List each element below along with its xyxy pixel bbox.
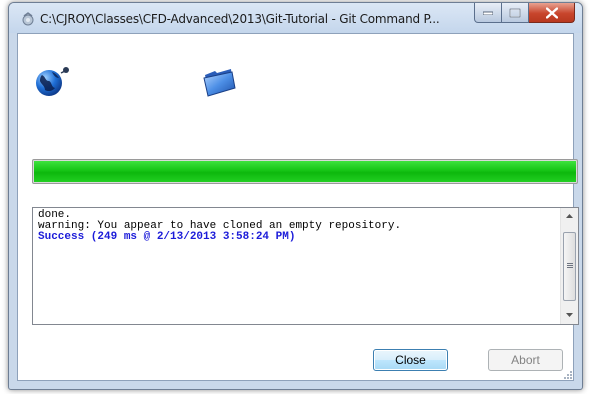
close-icon: [545, 7, 558, 18]
chevron-up-icon: [566, 214, 573, 218]
window-close-button[interactable]: [529, 3, 575, 23]
tortoisegit-icon: [22, 12, 34, 26]
window-title: C:\CJROY\Classes\CFD-Advanced\2013\Git-T…: [40, 12, 440, 26]
resize-grip-icon[interactable]: [562, 369, 572, 379]
maximize-button[interactable]: [502, 3, 529, 23]
output-log[interactable]: done. warning: You appear to have cloned …: [32, 207, 579, 325]
output-log-text: done. warning: You appear to have cloned …: [38, 210, 556, 243]
folder-icon: [203, 69, 236, 97]
globe-remote-icon: [36, 67, 69, 96]
title-bar[interactable]: C:\CJROY\Classes\CFD-Advanced\2013\Git-T…: [9, 3, 582, 33]
thumb-grip-line: [567, 267, 573, 268]
progress-bar: [32, 159, 578, 184]
caption-buttons: [474, 3, 575, 23]
minimize-icon: [483, 11, 493, 15]
git-command-progress-window: C:\CJROY\Classes\CFD-Advanced\2013\Git-T…: [8, 2, 583, 390]
thumb-grip-line: [567, 263, 573, 264]
progress-bar-fill: [34, 161, 576, 182]
scroll-up-button[interactable]: [561, 208, 578, 225]
vertical-scrollbar[interactable]: [560, 208, 578, 324]
minimize-button[interactable]: [474, 3, 502, 23]
thumb-grip-line: [567, 265, 573, 266]
scrollbar-thumb[interactable]: [563, 232, 576, 301]
scroll-down-button[interactable]: [561, 307, 578, 324]
dialog-client-area: done. warning: You appear to have cloned …: [17, 33, 579, 381]
chevron-down-icon: [566, 313, 573, 317]
log-line-success: Success (249 ms @ 2/13/2013 3:58:24 PM): [38, 231, 296, 243]
close-button[interactable]: Close: [373, 349, 448, 371]
abort-button[interactable]: Abort: [488, 349, 563, 371]
maximize-icon: [509, 8, 521, 17]
